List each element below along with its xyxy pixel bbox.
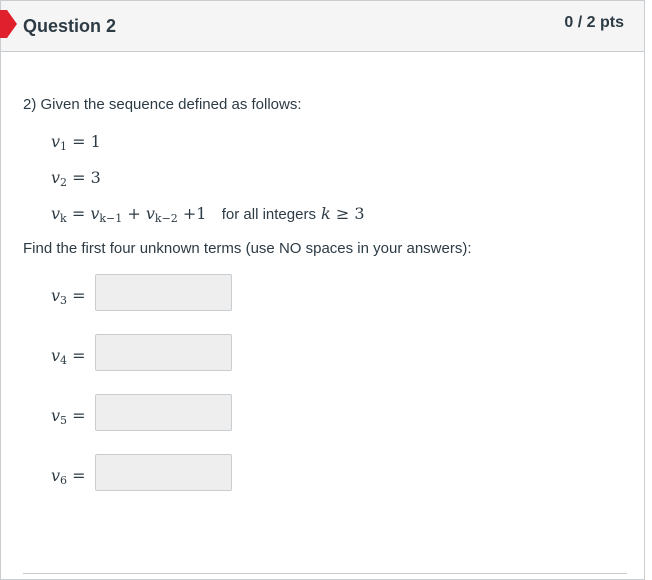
question-header: Question 2 0 / 2 pts <box>0 1 644 52</box>
lhs-var: v <box>51 204 61 223</box>
definition-v1: v1 = 1 <box>51 132 101 153</box>
eq: = <box>71 204 86 223</box>
t1-sub: k−1 <box>99 212 123 225</box>
expr: = 3 <box>72 168 101 187</box>
eq: = <box>72 406 86 425</box>
question-title: Question 2 <box>23 16 117 36</box>
recurrence-relation: vk = vk−1 + vk−2 +1 for all integers k ≥… <box>51 204 365 225</box>
answer-input-v4[interactable] <box>95 334 232 371</box>
eq: = <box>72 346 86 365</box>
definition-v2: v2 = 3 <box>51 168 101 189</box>
subscript: 3 <box>60 294 68 307</box>
answer-label-v4: v4 = <box>51 346 86 367</box>
expr: = 1 <box>72 132 101 151</box>
answer-input-v6[interactable] <box>95 454 232 491</box>
plus1: + <box>127 204 141 223</box>
lhs-sub: k <box>60 212 67 225</box>
cond-val: 3 <box>354 204 365 223</box>
flag-icon[interactable] <box>0 10 17 38</box>
question-card: Question 2 0 / 2 pts 2) Given the sequen… <box>0 0 645 580</box>
plus2: + <box>182 204 197 223</box>
question-prompt: 2) Given the sequence defined as follows… <box>23 96 302 113</box>
answer-label-v6: v6 = <box>51 466 86 487</box>
var: v <box>51 466 61 485</box>
var: v <box>51 132 61 151</box>
const: 1 <box>196 204 207 223</box>
subscript: 1 <box>60 140 68 153</box>
answer-input-v5[interactable] <box>95 394 232 431</box>
t1-var: v <box>90 204 100 223</box>
t2-sub: k−2 <box>154 212 178 225</box>
answer-label-v3: v3 = <box>51 286 86 307</box>
var: v <box>51 406 61 425</box>
answer-input-v3[interactable] <box>95 274 232 311</box>
var: v <box>51 286 61 305</box>
var: v <box>51 346 61 365</box>
subscript: 2 <box>60 176 68 189</box>
var: v <box>51 168 61 187</box>
question-instruction: Find the first four unknown terms (use N… <box>23 240 472 257</box>
condition-text: for all integers <box>221 206 316 223</box>
subscript: 4 <box>60 354 68 367</box>
eq: = <box>72 466 86 485</box>
question-points: 0 / 2 pts <box>564 14 624 31</box>
answer-label-v5: v5 = <box>51 406 86 427</box>
t2-var: v <box>145 204 155 223</box>
cond-op: ≥ <box>335 204 350 223</box>
subscript: 5 <box>60 414 68 427</box>
eq: = <box>72 286 86 305</box>
subscript: 6 <box>60 474 68 487</box>
cond-var: k <box>321 204 331 223</box>
